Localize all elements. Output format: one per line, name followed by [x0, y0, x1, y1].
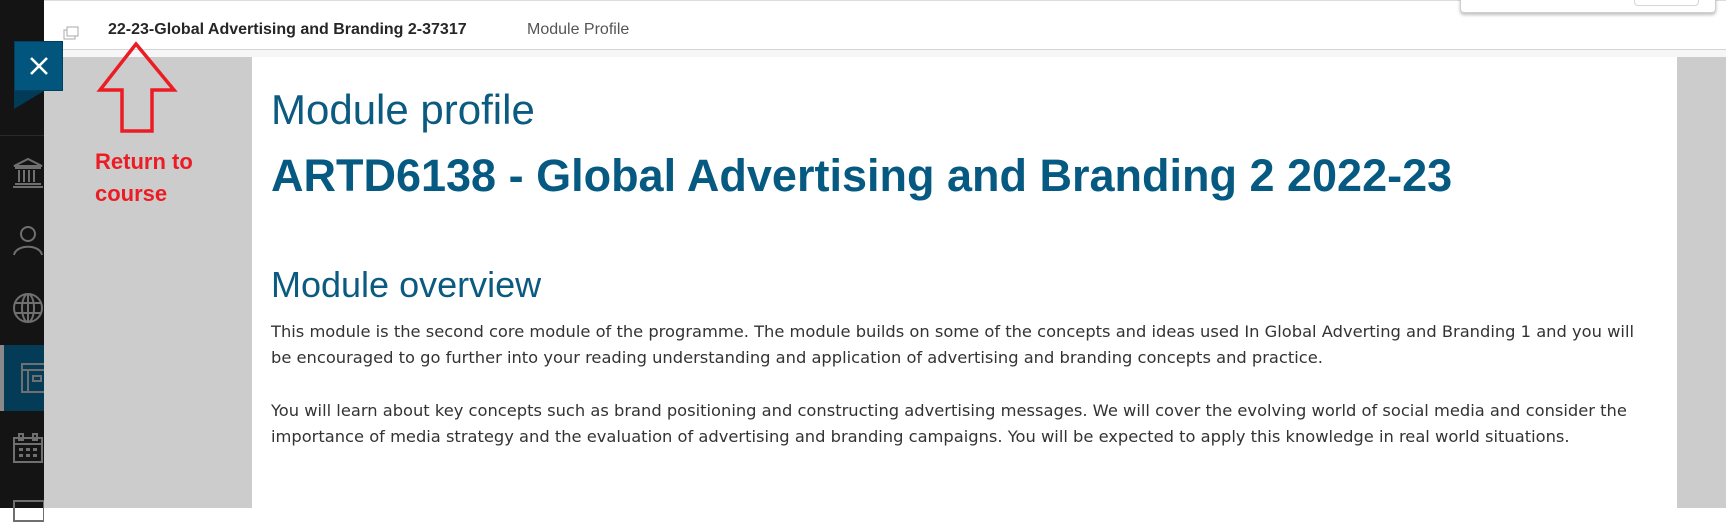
close-button[interactable]	[14, 41, 63, 91]
annotation-label: Return to course	[95, 149, 193, 206]
page-title: Module profile	[271, 86, 535, 133]
sidebar-item-courses[interactable]	[0, 345, 44, 411]
sidebar-item-profile[interactable]	[12, 224, 44, 256]
dropdown-panel	[1460, 0, 1716, 13]
section-heading-overview: Module overview	[271, 264, 542, 305]
sidebar-divider	[0, 135, 44, 136]
active-indicator	[0, 345, 4, 411]
dropdown-button[interactable]	[1634, 0, 1699, 6]
breadcrumb-course-link[interactable]: 22-23-Global Advertising and Branding 2-…	[108, 21, 467, 39]
close-icon	[29, 57, 48, 75]
person-icon	[13, 226, 43, 256]
sidebar-item-messages[interactable]	[12, 499, 44, 531]
annotation-arrow-icon	[96, 41, 178, 133]
institution-icon	[13, 157, 43, 188]
breadcrumb-current-page: Module Profile	[527, 21, 630, 38]
overview-paragraph: You will learn about key concepts such a…	[271, 401, 1627, 446]
overview-paragraph: This module is the second core module of…	[271, 322, 1634, 367]
sidebar-item-calendar[interactable]	[12, 432, 44, 464]
tray-icon	[13, 500, 44, 522]
globe-icon	[13, 293, 43, 323]
module-title: ARTD6138 - Global Advertising and Brandi…	[271, 150, 1453, 201]
close-button-fold	[14, 91, 44, 109]
course-icon	[12, 362, 44, 394]
sidebar-item-activity[interactable]	[12, 292, 44, 324]
new-window-icon[interactable]	[63, 26, 79, 40]
sidebar-item-institution[interactable]	[12, 157, 44, 189]
calendar-icon	[13, 433, 43, 463]
breadcrumb-shadow	[44, 50, 1726, 57]
